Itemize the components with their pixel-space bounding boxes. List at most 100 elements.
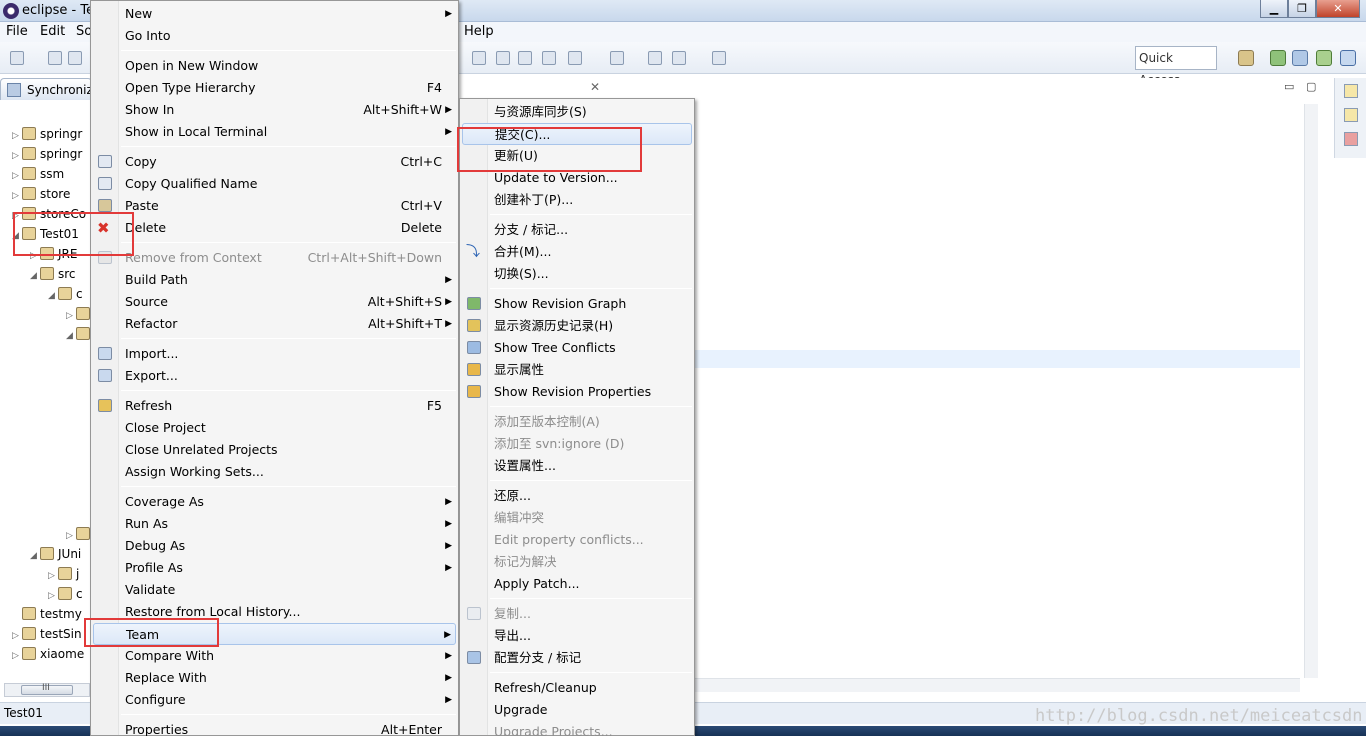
menu-item-profile-as[interactable]: Profile As ▶: [93, 557, 456, 579]
expand-toggle-icon[interactable]: ▷: [12, 126, 22, 146]
maximize-icon[interactable]: ❐: [1288, 0, 1316, 18]
expand-toggle-icon[interactable]: ◢: [30, 546, 40, 566]
menu-item-refresh[interactable]: Refresh F5: [93, 395, 456, 417]
toolbar-icon-b[interactable]: [496, 51, 510, 65]
close-tab-icon[interactable]: ✕: [590, 80, 600, 94]
outline-icon[interactable]: [1344, 84, 1358, 98]
save-all-icon[interactable]: [68, 51, 82, 65]
menu-item-show-tree-conflicts[interactable]: Show Tree Conflicts: [462, 337, 692, 359]
expand-toggle-icon[interactable]: ▷: [30, 246, 40, 266]
tree-item[interactable]: testmy: [12, 604, 82, 624]
tree-item[interactable]: ◢ src: [30, 264, 76, 284]
expand-toggle-icon[interactable]: ◢: [12, 226, 22, 246]
menu-item-h[interactable]: 显示资源历史记录(H): [462, 315, 692, 337]
expand-toggle-icon[interactable]: ▷: [66, 306, 76, 326]
svn-perspective-icon[interactable]: [1340, 50, 1356, 66]
menu-item-s[interactable]: 与资源库同步(S): [462, 101, 692, 123]
menu-item-show-revision-graph[interactable]: Show Revision Graph: [462, 293, 692, 315]
menu-item-replace-with[interactable]: Replace With ▶: [93, 667, 456, 689]
toolbar-icon-d[interactable]: [542, 51, 556, 65]
menu-item-p[interactable]: 创建补丁(P)...: [462, 189, 692, 211]
menu-item-item-27[interactable]: 导出...: [462, 625, 692, 647]
menu-item-compare-with[interactable]: Compare With ▶: [93, 645, 456, 667]
tree-item[interactable]: ▷ c: [48, 584, 83, 604]
prev-annotation-icon[interactable]: [610, 51, 624, 65]
maximize-view-icon[interactable]: ▢: [1306, 80, 1316, 93]
menu-item-coverage-as[interactable]: Coverage As ▶: [93, 491, 456, 513]
menu-item-update-to-version[interactable]: Update to Version...: [462, 167, 692, 189]
open-perspective-icon[interactable]: [1238, 50, 1254, 66]
expand-toggle-icon[interactable]: ▷: [12, 166, 22, 186]
menu-item-close-project[interactable]: Close Project: [93, 417, 456, 439]
new-icon[interactable]: [10, 51, 24, 65]
menu-file[interactable]: File: [6, 24, 28, 39]
menu-item-restore-from-local-history[interactable]: Restore from Local History...: [93, 601, 456, 623]
menu-item-show-revision-properties[interactable]: Show Revision Properties: [462, 381, 692, 403]
expand-toggle-icon[interactable]: ▷: [48, 586, 58, 606]
save-icon[interactable]: [48, 51, 62, 65]
menu-item-refactor[interactable]: Refactor Alt+Shift+T ▶: [93, 313, 456, 335]
menu-item-close-unrelated-projects[interactable]: Close Unrelated Projects: [93, 439, 456, 461]
expand-toggle-icon[interactable]: ◢: [48, 286, 58, 306]
menu-item-m[interactable]: ⤵ 合并(M)...: [462, 241, 692, 263]
tree-item[interactable]: ▷ storeCo: [12, 204, 86, 224]
close-icon[interactable]: ✕: [1316, 0, 1360, 18]
tree-item[interactable]: ▷ springr: [12, 144, 82, 164]
tree-item[interactable]: ▷ testSin: [12, 624, 82, 644]
task-list-icon[interactable]: [1344, 108, 1358, 122]
minimize-icon[interactable]: ▁: [1260, 0, 1288, 18]
minimize-view-icon[interactable]: ▭: [1284, 80, 1294, 93]
expand-toggle-icon[interactable]: ▷: [12, 186, 22, 206]
expand-toggle-icon[interactable]: ▷: [48, 566, 58, 586]
menu-item-item-20[interactable]: 还原...: [462, 485, 692, 507]
menu-item-show-in-local-terminal[interactable]: Show in Local Terminal ▶: [93, 121, 456, 143]
expand-toggle-icon[interactable]: ▷: [12, 206, 22, 226]
menu-item-u[interactable]: 更新(U): [462, 145, 692, 167]
menu-item-refresh-cleanup[interactable]: Refresh/Cleanup: [462, 677, 692, 699]
tree-item[interactable]: ▷ j: [48, 564, 79, 584]
menu-item-new[interactable]: New ▶: [93, 3, 456, 25]
menu-item-team[interactable]: Team ▶: [93, 623, 456, 645]
expand-toggle-icon[interactable]: ◢: [30, 266, 40, 286]
problems-icon[interactable]: [1344, 132, 1358, 146]
menu-item-source[interactable]: Source Alt+Shift+S ▶: [93, 291, 456, 313]
menu-item-import[interactable]: Import...: [93, 343, 456, 365]
java-ee-perspective-icon[interactable]: [1270, 50, 1286, 66]
menu-item-show-in[interactable]: Show In Alt+Shift+W ▶: [93, 99, 456, 121]
menu-edit[interactable]: Edit: [40, 24, 65, 39]
quick-access-field[interactable]: Quick Access: [1135, 46, 1217, 87]
tree-item[interactable]: ▷ springr: [12, 124, 82, 144]
menu-item-validate[interactable]: Validate: [93, 579, 456, 601]
tree-item[interactable]: ▷ ssm: [12, 164, 64, 184]
menu-item-run-as[interactable]: Run As ▶: [93, 513, 456, 535]
menu-item-apply-patch[interactable]: Apply Patch...: [462, 573, 692, 595]
menu-item-item-18[interactable]: 设置属性...: [462, 455, 692, 477]
menu-item-open-type-hierarchy[interactable]: Open Type Hierarchy F4: [93, 77, 456, 99]
tree-item[interactable]: ◢ Test01: [12, 224, 79, 244]
expand-toggle-icon[interactable]: ▷: [66, 526, 76, 546]
menu-help[interactable]: Help: [464, 24, 494, 39]
menu-item-assign-working-sets[interactable]: Assign Working Sets...: [93, 461, 456, 483]
tree-item[interactable]: ▷ xiaome: [12, 644, 84, 664]
debug-perspective-icon[interactable]: [1316, 50, 1332, 66]
menu-item-upgrade[interactable]: Upgrade: [462, 699, 692, 721]
expand-toggle-icon[interactable]: ▷: [12, 146, 22, 166]
scroll-thumb[interactable]: III: [21, 683, 73, 695]
menu-item-item-6[interactable]: 分支 / 标记...: [462, 219, 692, 241]
menu-item-export[interactable]: Export...: [93, 365, 456, 387]
menu-item-build-path[interactable]: Build Path ▶: [93, 269, 456, 291]
menu-item-debug-as[interactable]: Debug As ▶: [93, 535, 456, 557]
menu-item-copy-qualified-name[interactable]: Copy Qualified Name: [93, 173, 456, 195]
synchronize-view-tab[interactable]: Synchroniz: [0, 78, 93, 100]
editor-horizontal-scrollbar[interactable]: [694, 678, 1300, 692]
menu-item-configure[interactable]: Configure ▶: [93, 689, 456, 711]
forward-icon[interactable]: [712, 51, 726, 65]
tree-item[interactable]: ▷ store: [12, 184, 70, 204]
expand-toggle-icon[interactable]: ▷: [12, 626, 22, 646]
menu-item-paste[interactable]: Paste Ctrl+V: [93, 195, 456, 217]
toolbar-icon-c[interactable]: [518, 51, 532, 65]
toolbar-icon-a[interactable]: [472, 51, 486, 65]
menu-item-item-28[interactable]: 配置分支 / 标记: [462, 647, 692, 669]
tree-item[interactable]: ◢ c: [48, 284, 83, 304]
menu-item-copy[interactable]: Copy Ctrl+C: [93, 151, 456, 173]
